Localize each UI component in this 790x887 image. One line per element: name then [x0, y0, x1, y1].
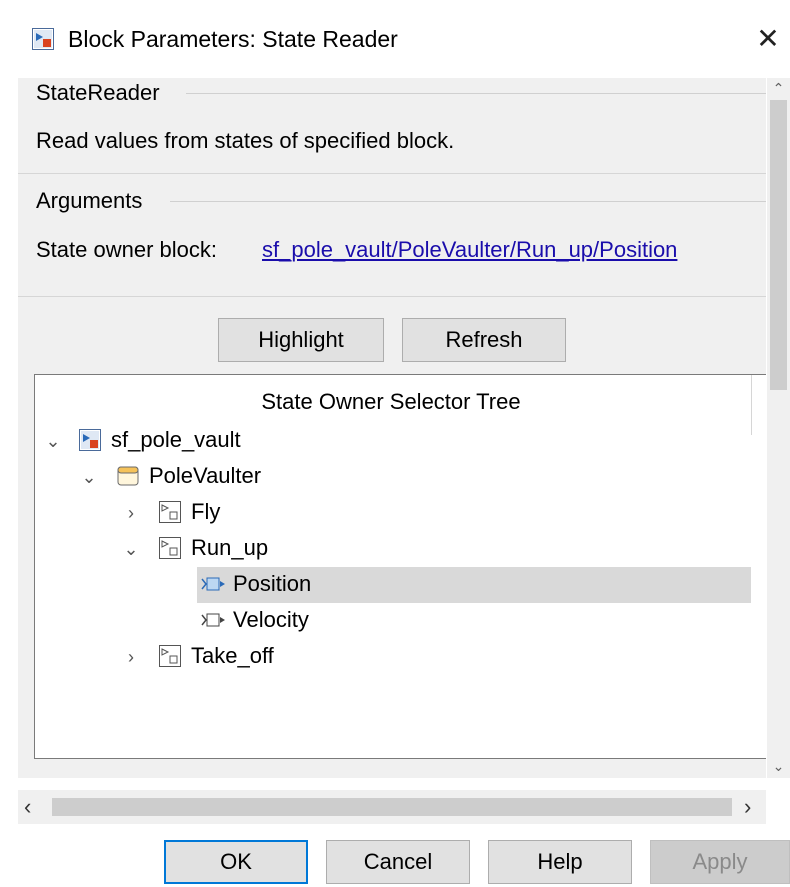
chevron-right-icon[interactable]: ›	[123, 647, 139, 667]
ok-button[interactable]: OK	[164, 840, 308, 884]
chevron-right-icon[interactable]: ›	[123, 503, 139, 523]
tree-node-sf-pole-vault[interactable]: ⌄ sf_pole_vault	[35, 423, 751, 459]
subsystem-icon	[159, 501, 181, 523]
chevron-down-icon[interactable]: ⌄	[123, 539, 139, 559]
tree-node-label: PoleVaulter	[149, 463, 262, 488]
tree-node-velocity[interactable]: Velocity	[197, 603, 751, 639]
scroll-down-arrow-icon[interactable]: ⌄	[767, 758, 790, 775]
title-bar: Block Parameters: State Reader ✕	[0, 0, 790, 78]
chart-icon	[117, 465, 139, 487]
help-button[interactable]: Help	[488, 840, 632, 884]
tree-header: State Owner Selector Tree	[261, 389, 521, 414]
highlight-button[interactable]: Highlight	[218, 318, 384, 362]
tree-node-take-off[interactable]: › Take_off	[35, 639, 751, 675]
state-icon	[201, 609, 227, 631]
scroll-left-arrow-icon[interactable]: ‹	[24, 794, 31, 820]
tree-node-position[interactable]: Position	[197, 567, 751, 603]
subsystem-icon	[159, 645, 181, 667]
subsystem-icon	[159, 537, 181, 559]
group-label-arguments: Arguments	[36, 188, 143, 213]
cancel-button[interactable]: Cancel	[326, 840, 470, 884]
tree-node-label: Position	[233, 571, 312, 596]
tree-node-run-up[interactable]: ⌄ Run_up	[35, 531, 751, 567]
vertical-scroll-thumb[interactable]	[770, 100, 787, 390]
refresh-button[interactable]: Refresh	[402, 318, 566, 362]
window-title: Block Parameters: State Reader	[68, 26, 398, 52]
chevron-down-icon[interactable]: ⌄	[81, 467, 97, 487]
group-divider	[186, 93, 766, 94]
chevron-down-icon[interactable]: ⌄	[45, 431, 61, 451]
horizontal-scrollbar[interactable]: ‹ ›	[18, 790, 766, 824]
state-icon	[201, 573, 227, 595]
model-icon	[79, 429, 101, 451]
group-label-statereader: StateReader	[36, 80, 160, 105]
vertical-scrollbar[interactable]: ⌃ ⌄	[767, 78, 790, 778]
group-divider	[170, 201, 766, 202]
state-owner-label: State owner block:	[36, 237, 217, 262]
tree-node-label: sf_pole_vault	[111, 427, 241, 452]
tree-node-label: Run_up	[191, 535, 269, 560]
scroll-up-arrow-icon[interactable]: ⌃	[767, 80, 790, 97]
tree-node-polevaulter[interactable]: ⌄ PoleVaulter	[35, 459, 751, 495]
apply-button: Apply	[650, 840, 790, 884]
state-owner-selector-tree[interactable]: State Owner Selector Tree ⌄ sf_pole_vaul…	[34, 374, 766, 759]
tree-node-label: Take_off	[191, 643, 274, 668]
close-icon[interactable]: ✕	[752, 22, 784, 54]
dialog-content: StateReader Read values from states of s…	[18, 78, 766, 778]
tree-node-fly[interactable]: › Fly	[35, 495, 751, 531]
horizontal-scroll-thumb[interactable]	[52, 798, 732, 816]
tree-column-divider	[751, 375, 752, 435]
block-description: Read values from states of specified blo…	[36, 128, 455, 153]
simulink-block-icon	[32, 28, 54, 50]
tree-node-label: Velocity	[233, 607, 309, 632]
tree-node-label: Fly	[191, 499, 221, 524]
section-separator	[18, 173, 766, 174]
section-separator	[18, 296, 766, 297]
state-owner-link[interactable]: sf_pole_vault/PoleVaulter/Run_up/Positio…	[262, 235, 677, 265]
scroll-right-arrow-icon[interactable]: ›	[744, 794, 751, 820]
